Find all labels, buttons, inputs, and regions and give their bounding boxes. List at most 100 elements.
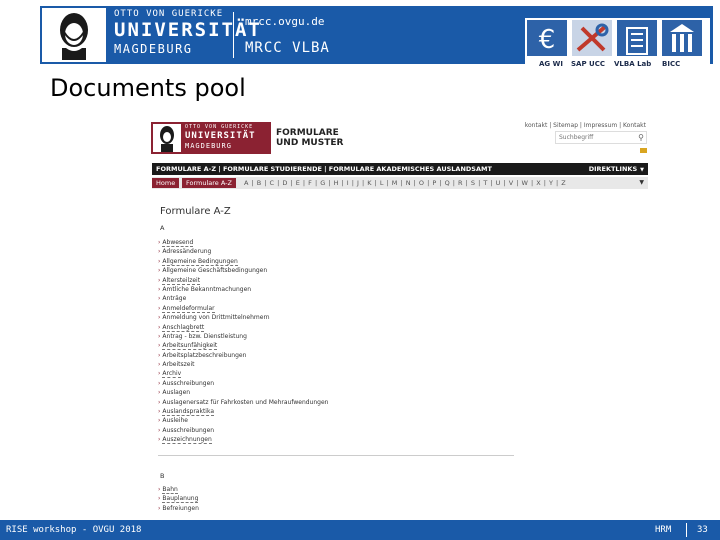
website-top-links[interactable]: kontakt | Sitemap | Impressum | Kontakt — [525, 122, 646, 129]
website-search: ⚲ — [555, 131, 647, 144]
list-item-label: Allgemeine Bedingungen — [162, 257, 238, 266]
letter-heading-a: A — [160, 224, 165, 232]
search-icon[interactable]: ⚲ — [638, 132, 644, 143]
list-item[interactable]: › Arbeitszeit — [158, 360, 328, 369]
list-item[interactable]: › Auslagenersatz für Fahrkosten und Mehra… — [158, 398, 328, 407]
chevron-right-icon: › — [158, 495, 161, 503]
list-item[interactable]: › Arbeitsunfähigkeit — [158, 341, 328, 351]
euro-icon: € — [527, 20, 567, 56]
list-item[interactable]: › Befreiungen — [158, 504, 199, 513]
list-item-label: Ausleihe — [162, 417, 188, 425]
chevron-right-icon: › — [158, 342, 161, 350]
list-item-label: Abwesend — [162, 239, 194, 247]
page-title: Documents pool — [50, 74, 246, 102]
chevron-right-icon: › — [158, 486, 161, 493]
list-item[interactable]: › Ausschreibungen — [158, 379, 328, 388]
list-item-label: Auszeichnungen — [162, 436, 212, 445]
chevron-right-icon: › — [158, 295, 161, 303]
divider — [158, 455, 514, 456]
list-item-label: Anschlagbrett — [162, 323, 205, 332]
list-item[interactable]: › Anmeldeformular — [158, 304, 328, 313]
header-divider — [233, 12, 234, 58]
list-item-label: Ausschreibungen — [162, 379, 215, 387]
list-item[interactable]: › Allgemeine Geschäftsbedingungen — [158, 266, 328, 275]
chevron-right-icon: › — [158, 267, 161, 275]
list-item-label: Arbeitszeit — [162, 361, 195, 369]
form-list-b: › Bahn › Bauplanung › Befreiungen — [158, 485, 199, 513]
list-item[interactable]: › Auslagen — [158, 388, 328, 397]
list-item-label: Allgemeine Geschäftsbedingungen — [162, 267, 268, 275]
list-item[interactable]: › Bauplanung — [158, 494, 199, 504]
slide-footer: RISE workshop - OVGU 2018 HRM 33 — [0, 520, 720, 540]
partner-label-agwi: AG WI — [539, 60, 563, 68]
list-item-label: Anträge — [162, 295, 187, 303]
list-item-label: Amtliche Bekanntmachungen — [162, 285, 252, 293]
list-item[interactable]: › Anschlagbrett — [158, 323, 328, 332]
list-item-label: Altersteilzeit — [162, 276, 201, 285]
list-item[interactable]: › Ausleihe — [158, 416, 328, 425]
list-item[interactable]: › Allgemeine Bedingungen — [158, 257, 328, 266]
alphabet-index[interactable]: A | B | C | D | E | F | G | H | I | J | … — [244, 177, 566, 189]
chevron-right-icon: › — [158, 276, 161, 284]
list-item[interactable]: › Antrag - bzw. Dienstleistung — [158, 332, 328, 341]
list-item[interactable]: › Arbeitsplatzbeschreibungen — [158, 351, 328, 360]
chevron-down-icon[interactable]: ▼ — [639, 177, 644, 189]
chevron-right-icon: › — [158, 257, 161, 265]
university-name-line1: OTTO VON GUERICKE — [114, 9, 224, 19]
portrait-icon — [153, 124, 181, 152]
flag-icon[interactable] — [640, 148, 647, 153]
partner-label-vlbalab: VLBA Lab — [614, 60, 652, 68]
list-item-label: Befreiungen — [162, 504, 199, 512]
breadcrumb-current[interactable]: Formulare A-Z — [182, 178, 236, 188]
list-item-label: Auslandspraktika — [162, 408, 215, 417]
form-list-a: › Abwesend › Adressänderung › Allgemeine Bedi… — [158, 238, 328, 445]
website-section-line1: FORMULARE — [276, 128, 339, 138]
list-item[interactable]: › Amtliche Bekanntmachungen — [158, 285, 328, 294]
list-item-label: Arbeitsplatzbeschreibungen — [162, 351, 247, 359]
header-url: mrcc.ovgu.de — [245, 15, 325, 28]
svg-text:€: € — [539, 25, 556, 55]
chevron-right-icon: › — [158, 389, 161, 397]
list-item[interactable]: › Adressänderung — [158, 247, 328, 256]
list-item-label: Auslagenersatz für Fahrkosten und Mehrau… — [162, 398, 329, 406]
chevron-right-icon: › — [158, 504, 161, 512]
chevron-right-icon: › — [158, 285, 161, 293]
chevron-right-icon: › — [158, 417, 161, 425]
list-item-label: Antrag - bzw. Dienstleistung — [162, 332, 247, 340]
list-item[interactable]: › Archiv — [158, 369, 328, 379]
list-item[interactable]: › Altersteilzeit — [158, 276, 328, 285]
list-item[interactable]: › Anträge — [158, 294, 328, 303]
direktlinks-menu[interactable]: DIREKTLINKS ▼ — [589, 163, 644, 176]
search-input[interactable] — [556, 132, 635, 143]
list-item-label: Bauplanung — [162, 495, 199, 504]
list-item-label: Ausschreibungen — [162, 426, 215, 434]
main-nav-links[interactable]: FORMULARE A-Z | FORMULARE STUDIERENDE | … — [156, 163, 492, 175]
chevron-right-icon: › — [158, 361, 161, 369]
list-item-label: Adressänderung — [162, 248, 212, 256]
university-name: OTTO VON GUERICKE UNIVERSITÄT MAGDEBURG — [114, 9, 262, 56]
chevron-down-icon: ▼ — [640, 167, 644, 173]
partner-label-sapucc: SAP UCC — [571, 60, 605, 68]
list-item[interactable]: › Ausschreibungen — [158, 426, 328, 435]
website-section-line2: UND MUSTER — [276, 138, 344, 149]
chevron-right-icon: › — [158, 408, 161, 416]
website-logo[interactable]: OTTO VON GUERICKE UNIVERSITÄT MAGDEBURG — [151, 122, 271, 154]
list-item-label: Anmeldung von Drittmittelnehmern — [162, 314, 270, 322]
breadcrumb-bar: Home Formulare A-Z A | B | C | D | E | F… — [152, 177, 648, 189]
list-item-label: Archiv — [162, 370, 182, 379]
list-item[interactable]: › Abwesend — [158, 238, 328, 247]
footer-event: RISE workshop - OVGU 2018 — [6, 525, 142, 535]
website-logo-line1: OTTO VON GUERICKE — [185, 124, 254, 130]
page-number: 33 — [697, 525, 708, 535]
university-logo — [42, 8, 106, 62]
columns-icon — [662, 20, 702, 56]
list-item[interactable]: › Auslandspraktika — [158, 407, 328, 417]
content-heading: Formulare A-Z — [160, 206, 231, 217]
chevron-right-icon: › — [158, 398, 161, 406]
breadcrumb-home[interactable]: Home — [152, 178, 180, 188]
list-item[interactable]: › Auszeichnungen — [158, 435, 328, 445]
list-item[interactable]: › Bahn — [158, 485, 199, 494]
chevron-right-icon: › — [158, 239, 161, 246]
list-item[interactable]: › Anmeldung von Drittmittelnehmern — [158, 313, 328, 322]
list-item-label: Anmeldeformular — [162, 304, 215, 313]
